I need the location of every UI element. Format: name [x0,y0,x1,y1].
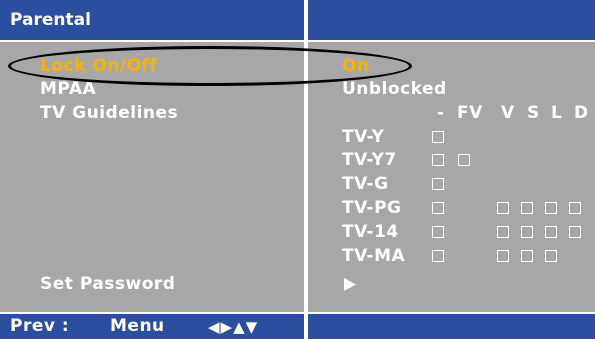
rating-row-tv-ma: TV-MA [342,246,406,266]
footer-menu-label[interactable]: Menu [110,316,165,336]
checkbox-tv-14-l[interactable] [545,226,557,238]
rating-row-tv-pg: TV-PG [342,198,402,218]
column-header-l: L [551,103,563,123]
menu-item-tv-guidelines[interactable]: TV Guidelines [40,103,178,123]
footer-prev-label: Prev : [10,316,70,336]
rating-row-tv-14: TV-14 [342,222,399,242]
checkbox-tv-ma-v[interactable] [497,250,509,262]
column-header-none: - [437,103,445,123]
column-header-s: S [527,103,540,123]
column-header-v: V [501,103,515,123]
checkbox-tv-pg-l[interactable] [545,202,557,214]
checkbox-tv-y7-fv[interactable] [458,154,470,166]
column-header-fv: FV [457,103,483,123]
rating-row-tv-y: TV-Y [342,127,385,147]
checkbox-tv-y-block[interactable] [432,131,444,143]
checkbox-tv-14-s[interactable] [521,226,533,238]
checkbox-tv-pg-s[interactable] [521,202,533,214]
checkbox-tv-ma-block[interactable] [432,250,444,262]
checkbox-tv-ma-s[interactable] [521,250,533,262]
checkbox-tv-ma-l[interactable] [545,250,557,262]
parental-menu-screen: Parental Lock On/Off MPAA TV Guidelines … [0,0,595,339]
mpaa-value[interactable]: Unblocked [342,79,447,99]
checkbox-tv-g-block[interactable] [432,178,444,190]
menu-item-set-password[interactable]: Set Password [40,274,175,294]
rating-row-tv-g: TV-G [342,174,389,194]
page-title: Parental [10,10,91,30]
checkbox-tv-14-v[interactable] [497,226,509,238]
footer-bar-right [308,314,595,339]
rating-row-tv-y7: TV-Y7 [342,150,397,170]
play-arrow-icon[interactable] [344,278,356,291]
title-bar-right [308,0,595,40]
checkbox-tv-pg-d[interactable] [569,202,581,214]
navigation-arrows-icon: ◀▶▲▼ [208,318,259,336]
checkbox-tv-14-block[interactable] [432,226,444,238]
checkbox-tv-pg-v[interactable] [497,202,509,214]
checkbox-tv-y7-block[interactable] [432,154,444,166]
column-header-d: D [574,103,589,123]
checkbox-tv-pg-block[interactable] [432,202,444,214]
highlight-oval [8,46,412,86]
checkbox-tv-14-d[interactable] [569,226,581,238]
menu-item-mpaa[interactable]: MPAA [40,79,96,99]
